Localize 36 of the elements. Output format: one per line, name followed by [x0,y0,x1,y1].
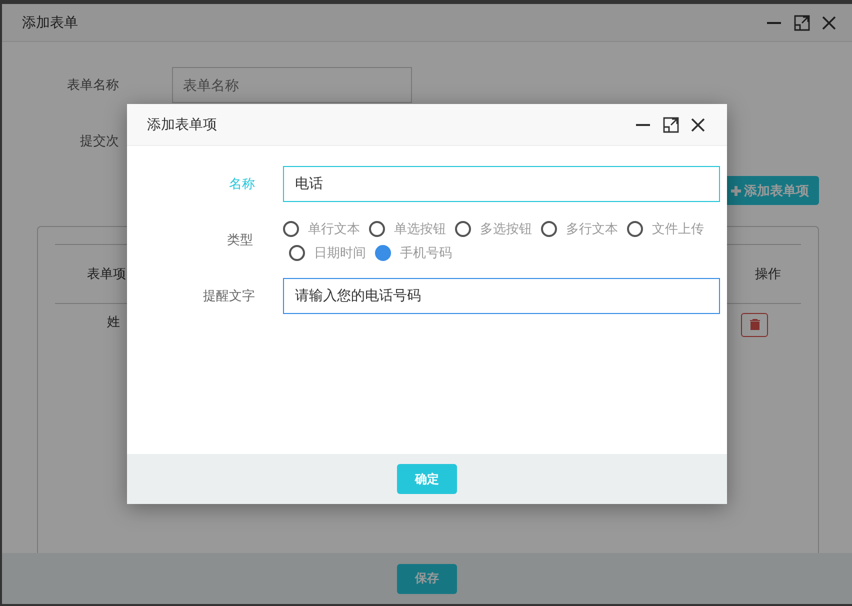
radio-button[interactable] [455,221,472,237]
confirm-button[interactable]: 确定 [397,464,457,494]
field-label: 名称 [228,175,256,193]
dialog-title: 添加表单项 [147,116,217,134]
maximize-icon[interactable] [794,14,810,30]
maximize-icon[interactable] [663,116,679,132]
plus-icon [731,186,741,196]
close-icon[interactable] [691,118,705,132]
field-label: 表单名称 [66,76,120,94]
trash-icon [750,319,760,330]
column-header: 操作 [755,265,781,283]
field-label: 类型 [226,231,254,249]
radio-option[interactable]: 多选按钮 [455,220,532,238]
radio-option[interactable]: 单选按钮 [369,220,446,238]
radio-button[interactable] [369,221,386,237]
text-field[interactable]: 电话 [283,166,720,202]
radio-option[interactable]: 文件上传 [627,220,704,238]
table-cell: 姓 [107,313,120,331]
radio-option[interactable]: 手机号码 [375,244,452,262]
radio-option[interactable]: 单行文本 [283,220,360,238]
radio-option[interactable]: 多行文本 [541,220,618,238]
radio-button[interactable] [541,221,558,237]
radio-button[interactable] [289,245,306,261]
radio-button[interactable] [283,221,300,237]
radio-button[interactable] [375,245,392,261]
field-label: 提交次 [79,132,120,150]
radio-button[interactable] [627,221,644,237]
radio-option[interactable]: 日期时间 [289,244,366,262]
text-field[interactable]: 请输入您的电话号码 [283,278,720,314]
close-icon[interactable] [822,16,836,30]
delete-button[interactable] [741,312,768,336]
column-header: 表单项 [87,265,126,283]
form-name-field[interactable]: 表单名称 [172,67,412,103]
save-button[interactable]: 保存 [397,564,457,594]
field-label: 提醒文字 [202,287,256,305]
window-title: 添加表单 [22,14,78,32]
